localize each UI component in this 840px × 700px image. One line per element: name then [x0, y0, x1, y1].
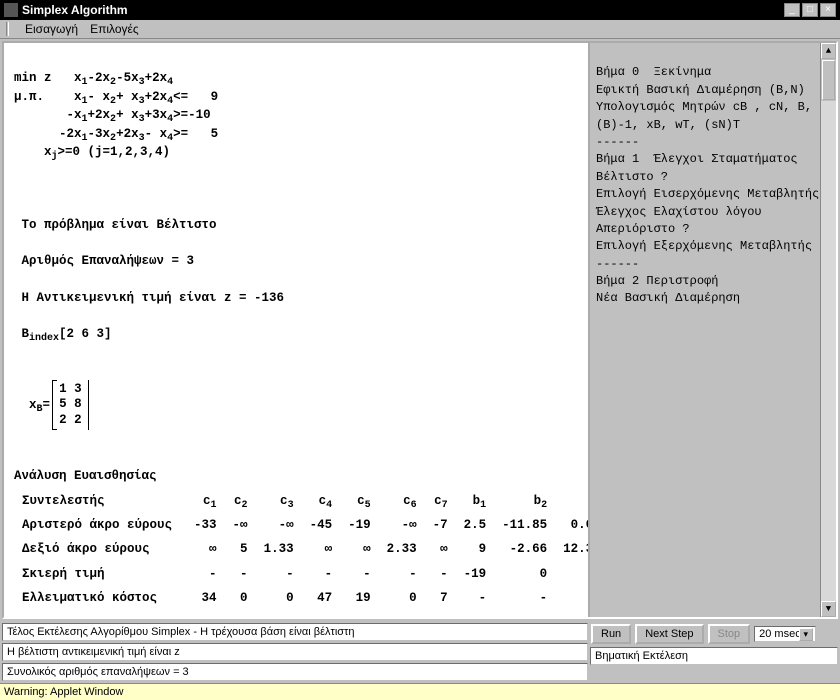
step-line: ------ [596, 135, 639, 149]
step-line: Επιλογή Εξερχόμενης Μεταβλητής [596, 239, 812, 253]
step-line: Βήμα 0 Ξεκίνημα [596, 65, 711, 79]
run-button[interactable]: Run [591, 624, 631, 644]
menubar-grip [6, 22, 9, 36]
maximize-button[interactable]: □ [802, 3, 818, 17]
stop-button[interactable]: Stop [708, 624, 751, 644]
step-line: Επιλογή Εισερχόμενης Μεταβλητής [596, 187, 819, 201]
menubar: Εισαγωγή Επιλογές [0, 20, 840, 39]
app-icon [4, 3, 18, 17]
table-row: Σκιερή τιμή--------1907 [14, 562, 588, 586]
step-line: Υπολογισμός Μητρών cB , cN, B, N [596, 100, 826, 114]
menu-import[interactable]: Εισαγωγή [25, 22, 78, 36]
bottom-bar: Τέλος Εκτέλεσης Αλγορίθμου Simplex - Η τ… [0, 621, 840, 683]
speed-select[interactable]: 20 msec [754, 626, 816, 642]
steps-scrollbar[interactable]: ▲ ▼ [820, 43, 836, 617]
control-buttons: Run Next Step Stop 20 msec [590, 623, 838, 645]
problem-line3: -x1+2x2+ x3+3x4>=-10 [14, 108, 211, 122]
minimize-button[interactable]: _ [784, 3, 800, 17]
step-line: Εφικτή Βασική Διαμέρηση (B,N) [596, 83, 805, 97]
step-line: (B)-1, xB, wT, (sN)T [596, 118, 740, 132]
step-line: Νέα Βασική Διαμέρηση [596, 291, 740, 305]
execution-mode-field[interactable]: Βηματική Εκτέλεση [590, 647, 838, 665]
titlebar: Simplex Algorithm _ □ × [0, 0, 840, 20]
table-row: Ελλειματικό κόστος3400471907--- [14, 586, 588, 610]
problem-line2: μ.π. x1- x2+ x3+2x4<= 9 [14, 90, 218, 104]
close-button[interactable]: × [820, 3, 836, 17]
scroll-thumb[interactable] [822, 60, 835, 100]
step-line: Βήμα 2 Περιστροφή [596, 274, 718, 288]
result-bindex: Bindex[2 6 3] [22, 327, 112, 341]
menu-options[interactable]: Επιλογές [90, 22, 139, 36]
next-step-button[interactable]: Next Step [635, 624, 703, 644]
problem-line1: min z x1-2x2-5x3+2x4 [14, 71, 173, 85]
main-panel: min z x1-2x2-5x3+2x4 μ.π. x1- x2+ x3+2x4… [4, 43, 588, 617]
status-line-3: Συνολικός αριθμός επαναλήψεων = 3 [2, 663, 588, 681]
table-row: Δεξιό άκρο εύρους∞51.33∞∞2.33∞9-2.6612.3… [14, 537, 588, 561]
sensitivity-title: Ανάλυση Ευαισθησίας [14, 469, 157, 483]
problem-line5: xj>=0 (j=1,2,3,4) [14, 145, 170, 159]
table-row: Αριστερό άκρο εύρους-33-∞-∞-45-19-∞-72.5… [14, 513, 588, 537]
window-title: Simplex Algorithm [22, 3, 784, 17]
table-header-row: Συντελεστής c1 c2 c3 c4 c5 c6 c7 b1 b2 b… [14, 489, 588, 514]
scroll-track[interactable] [821, 101, 836, 601]
scroll-up-icon[interactable]: ▲ [821, 43, 836, 59]
result-optimal: Το πρόβλημα είναι Βέλτιστο [22, 218, 217, 232]
sensitivity-table: Συντελεστής c1 c2 c3 c4 c5 c6 c7 b1 b2 b… [14, 489, 588, 610]
content-area: min z x1-2x2-5x3+2x4 μ.π. x1- x2+ x3+2x4… [2, 41, 838, 619]
step-line: Βήμα 1 Έλεγχοι Σταματήματος [596, 152, 798, 166]
step-line: Απεριόριστο ? [596, 222, 690, 236]
steps-panel: Βήμα 0 Ξεκίνημα Εφικτή Βασική Διαμέρηση … [588, 43, 836, 617]
step-line: Έλεγχος Ελαχίστου λόγου [596, 205, 762, 219]
problem-line4: -2x1-3x2+2x3- x4>= 5 [14, 127, 218, 141]
status-line-1: Τέλος Εκτέλεσης Αλγορίθμου Simplex - Η τ… [2, 623, 588, 641]
status-line-2: Η βέλτιστη αντικειμενική τιμή είναι z [2, 643, 588, 661]
result-xb: xB=1 35 82 2 [29, 398, 89, 412]
app-window: Simplex Algorithm _ □ × Εισαγωγή Επιλογέ… [0, 0, 840, 700]
result-objective: Η Αντικειμενική τιμή είναι z = -136 [22, 291, 285, 305]
applet-warning: Warning: Applet Window [0, 683, 840, 700]
result-iterations: Αριθμός Επαναλήψεων = 3 [22, 254, 195, 268]
scroll-down-icon[interactable]: ▼ [821, 601, 836, 617]
step-line: ------ [596, 257, 639, 271]
step-line: Βέλτιστο ? [596, 170, 668, 184]
